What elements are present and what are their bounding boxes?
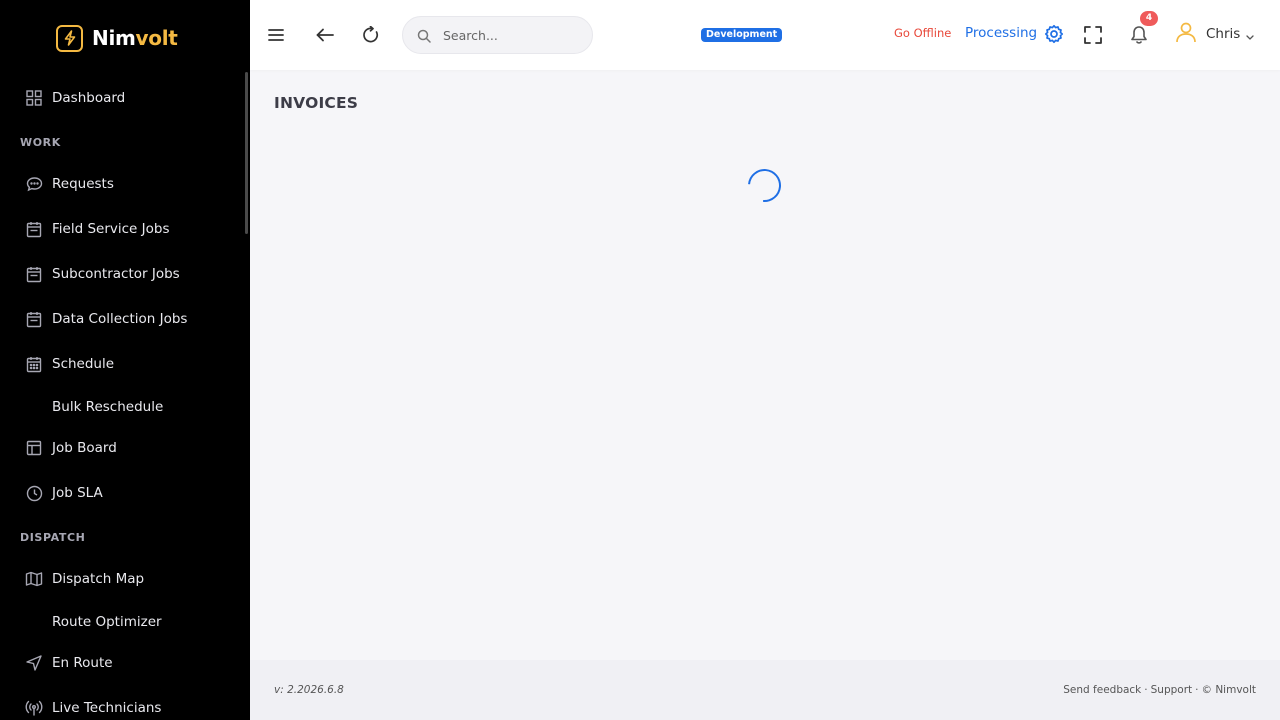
environment-badge: Development [701,28,783,42]
search-input[interactable] [443,25,583,45]
top-bar: Development Go Offline Processing 4 Chri… [250,0,1280,70]
footer-separator: · [1144,684,1148,696]
footer: v: 2.2026.6.8 Send feedback · Support · … [250,660,1280,720]
copyright-text: © Nimvolt [1201,684,1256,696]
sidebar-item-requests[interactable]: Requests [0,164,240,204]
calendar-icon [25,310,43,328]
sidebar-item-schedule[interactable]: Schedule [0,344,240,384]
chevron-down-icon [1246,25,1254,44]
sidebar-item-bulk-reschedule[interactable]: Bulk Reschedule [0,387,240,427]
search-box [402,16,593,54]
clock-icon [25,484,43,502]
section-heading-work: WORK [20,136,61,149]
calendar-icon [25,265,43,283]
sidebar-item-label: Job Board [52,440,117,456]
lightning-bolt-icon [56,24,83,52]
sidebar-item-label: Live Technicians [52,700,162,716]
back-arrow-icon[interactable] [314,24,336,46]
app-version: v: 2.2026.6.8 [274,684,344,696]
user-name: Chris [1206,26,1241,42]
chat-bubble-icon [25,175,43,193]
support-link[interactable]: Support [1151,684,1193,696]
loading-spinner [741,162,788,209]
go-offline-link[interactable]: Go Offline [894,26,951,40]
send-feedback-link[interactable]: Send feedback [1063,684,1141,696]
section-heading-dispatch: DISPATCH [20,531,86,544]
sidebar-item-label: Field Service Jobs [52,221,170,237]
sidebar-item-label: Dashboard [52,90,126,106]
sidebar-item-dashboard[interactable]: Dashboard [0,78,240,118]
notification-count-badge: 4 [1140,11,1158,26]
search-icon [417,28,431,47]
sidebar-item-label: Dispatch Map [52,571,145,587]
user-icon [1174,20,1198,48]
sidebar-item-live-technicians[interactable]: Live Technicians [0,688,240,720]
footer-links: Send feedback · Support · © Nimvolt [1063,684,1256,696]
brand-logo[interactable]: Nimvolt [56,24,178,52]
calendar-icon [25,220,43,238]
sidebar-item-label: Bulk Reschedule [52,399,164,415]
sidebar-item-label: Requests [52,176,114,192]
sidebar-item-label: Schedule [52,356,115,372]
fullscreen-icon[interactable] [1082,24,1104,46]
footer-separator: · [1195,684,1199,696]
sidebar-item-dispatch-map[interactable]: Dispatch Map [0,559,240,599]
layout-icon [25,439,43,457]
bell-icon[interactable] [1128,24,1150,46]
page-title: INVOICES [274,94,359,112]
sidebar-item-route-optimizer[interactable]: Route Optimizer [0,602,240,642]
broadcast-icon [25,699,43,717]
brand-name: Nimvolt [92,26,178,50]
navigation-icon [25,654,43,672]
sidebar-item-job-sla[interactable]: Job SLA [0,473,240,513]
sidebar-item-field-service-jobs[interactable]: Field Service Jobs [0,209,240,249]
sidebar-item-job-board[interactable]: Job Board [0,428,240,468]
processing-link[interactable]: Processing [965,25,1037,41]
sidebar-item-label: Data Collection Jobs [52,311,188,327]
menu-icon[interactable] [265,24,287,46]
sidebar-item-en-route[interactable]: En Route [0,643,240,683]
gear-icon[interactable] [1044,24,1064,48]
calendar-grid-icon [25,355,43,373]
map-icon [25,570,43,588]
user-menu[interactable]: Chris [1174,20,1254,48]
grid-icon [25,89,43,107]
sidebar-item-label: Job SLA [52,485,103,501]
sidebar-item-label: Route Optimizer [52,614,162,630]
sidebar-item-label: Subcontractor Jobs [52,266,180,282]
sidebar-scrollbar[interactable] [245,72,248,234]
sidebar: Nimvolt Dashboard WORK Requests Field Se… [0,0,250,720]
refresh-icon[interactable] [360,24,382,46]
sidebar-item-label: En Route [52,655,113,671]
sidebar-item-subcontractor-jobs[interactable]: Subcontractor Jobs [0,254,240,294]
sidebar-item-data-collection-jobs[interactable]: Data Collection Jobs [0,299,240,339]
